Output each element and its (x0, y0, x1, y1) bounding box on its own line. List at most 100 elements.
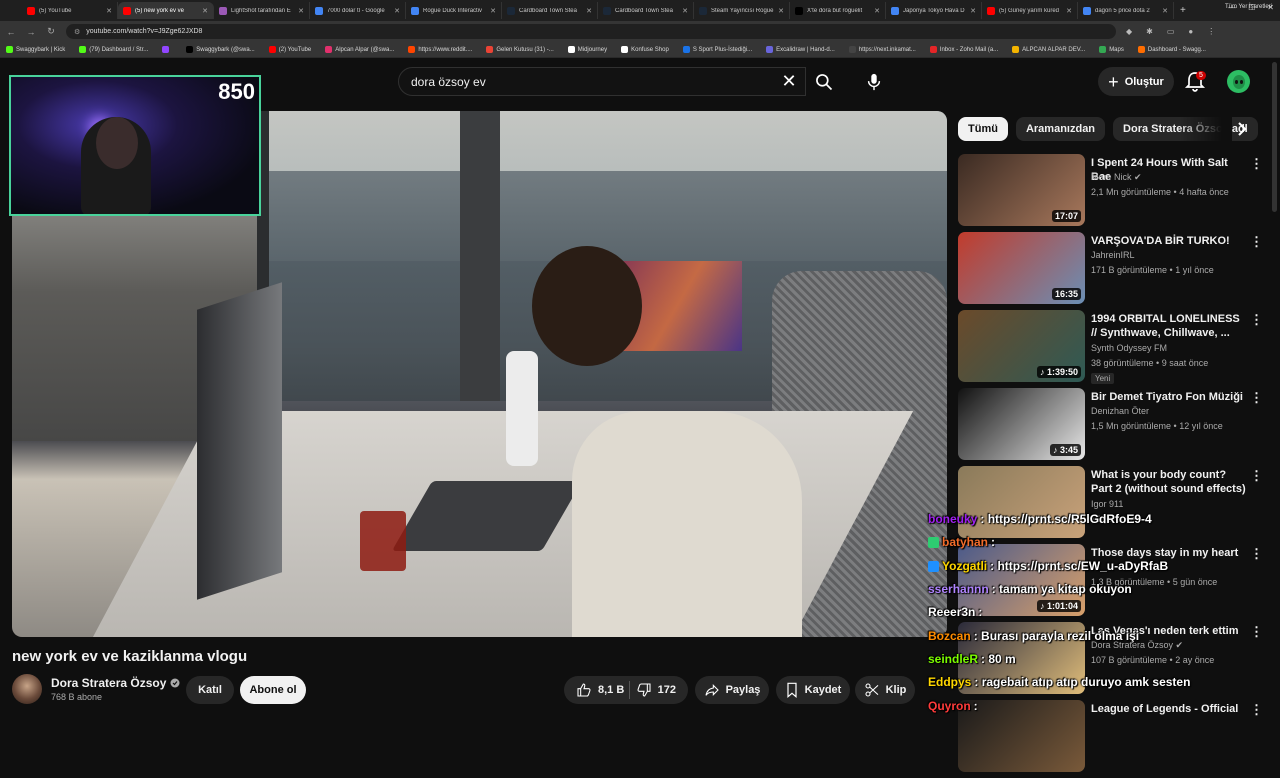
channel-name[interactable]: Dora Stratera Özsoy (51, 676, 180, 690)
voice-search-button[interactable] (858, 66, 890, 98)
filter-chip[interactable]: Aramanızdan (1015, 117, 1106, 141)
menu-dots-icon[interactable]: ⋮ (1207, 27, 1215, 36)
video-thumbnail[interactable]: 17:07 (958, 154, 1085, 226)
create-button[interactable]: + Oluştur (1098, 67, 1174, 96)
recommended-video[interactable]: 16:35 VARŞOVA'DA BİR TURKO! JahreinIRL 171 … (958, 232, 1268, 310)
browser-tab[interactable]: Cardboard Town Stea ✕ (598, 2, 694, 19)
clear-search-icon[interactable]: ✕ (773, 71, 805, 92)
browser-tab[interactable]: (5) Güney yarım küred ✕ (982, 2, 1078, 19)
recommended-channel[interactable]: Denizhan Öter (1091, 406, 1149, 416)
recommended-video-title[interactable]: Those days stay in my heart (1091, 546, 1246, 560)
new-tab-icon[interactable]: + (1180, 5, 1186, 16)
more-options-icon[interactable]: ⋮ (1250, 312, 1263, 328)
bookmark-item[interactable]: Swaggybark | Kick (6, 46, 65, 53)
back-icon[interactable]: ← (6, 27, 16, 37)
bookmark-item[interactable]: Konfuse Shop (621, 46, 669, 53)
search-button[interactable] (806, 67, 842, 96)
bookmark-item[interactable]: https://next.inkamat... (848, 46, 916, 53)
bookmark-item[interactable] (162, 46, 172, 53)
browser-tab[interactable]: X'te dora but roguelit ✕ (790, 2, 886, 19)
browser-tab[interactable]: dagon 5 price dota 2 ✕ (1078, 2, 1174, 19)
site-info-icon[interactable]: ⚙ (74, 28, 80, 36)
reload-icon[interactable]: ↻ (46, 26, 56, 37)
video-thumbnail[interactable]: ♪ 1:39:50 (958, 310, 1085, 382)
filter-chip[interactable]: Tümü (958, 117, 1008, 141)
more-options-icon[interactable]: ⋮ (1250, 624, 1263, 640)
recommended-video[interactable]: 17:07 I Spent 24 Hours With Salt Bae More … (958, 154, 1268, 232)
tab-close-icon[interactable]: ✕ (970, 7, 976, 15)
more-options-icon[interactable]: ⋮ (1250, 702, 1263, 718)
browser-tab[interactable]: Steam Yayıncısı Rogue ✕ (694, 2, 790, 19)
recommended-video-title[interactable]: 1994 ORBITAL LONELINESS // Synthwave, Ch… (1091, 312, 1246, 340)
bookmark-item[interactable]: Maps (1099, 46, 1124, 53)
save-button[interactable]: Kaydet (776, 676, 850, 704)
account-avatar[interactable] (1227, 70, 1250, 93)
tab-close-icon[interactable]: ✕ (874, 7, 880, 15)
recommended-channel[interactable]: Igor 911 (1091, 499, 1123, 509)
browser-tab[interactable]: 7000 dolar tl - Google ✕ (310, 2, 406, 19)
video-thumbnail[interactable] (958, 466, 1085, 538)
bookmark-item[interactable]: ALPCAN ALPAR DEV... (1012, 46, 1085, 53)
browser-tab[interactable]: Cardboard Town Stea ✕ (502, 2, 598, 19)
recommended-video[interactable]: League of Legends - Official ⋮ (958, 700, 1268, 778)
clip-button[interactable]: Klip (855, 676, 915, 704)
forward-icon[interactable]: → (26, 27, 36, 37)
tab-close-icon[interactable]: ✕ (682, 7, 688, 15)
bookmark-item[interactable]: Alpcan Alpar (@swa... (325, 46, 394, 53)
sidebar-icon[interactable]: ▭ (1167, 27, 1175, 36)
video-thumbnail[interactable]: 16:35 (958, 232, 1085, 304)
bookmark-item[interactable]: Excalidraw | Hand-d... (766, 46, 835, 53)
tab-close-icon[interactable]: ✕ (106, 7, 112, 15)
bookmark-item[interactable]: Dashboard - Swagg... (1137, 46, 1206, 53)
tab-close-icon[interactable]: ✕ (202, 7, 208, 15)
recommended-video[interactable]: ♪ 1:39:50 1994 ORBITAL LONELINESS // Synt… (958, 310, 1268, 388)
bookmark-item[interactable]: https://www.reddit.... (408, 46, 472, 53)
recommended-video-title[interactable]: VARŞOVA'DA BİR TURKO! (1091, 234, 1246, 248)
search-input[interactable]: dora özsoy ev ✕ (398, 67, 806, 96)
more-options-icon[interactable]: ⋮ (1250, 234, 1263, 250)
more-options-icon[interactable]: ⋮ (1250, 546, 1263, 562)
tab-close-icon[interactable]: ✕ (586, 7, 592, 15)
profile-icon[interactable]: ● (1188, 27, 1193, 36)
extension-icon[interactable]: ◆ (1126, 27, 1132, 36)
recommended-video[interactable]: What is your body count? Part 2 (without… (958, 466, 1268, 544)
tab-close-icon[interactable]: ✕ (298, 7, 304, 15)
bookmark-item[interactable]: Gelen Kutusu (31) -... (486, 46, 554, 53)
recommended-video-title[interactable]: Bir Demet Tiyatro Fon Müziği (1091, 390, 1246, 404)
recommended-channel[interactable]: More Nick ✔ (1091, 172, 1142, 183)
tab-close-icon[interactable]: ✕ (394, 7, 400, 15)
browser-tab[interactable]: (5) new york ev ve ✕ (118, 2, 214, 19)
browser-tab[interactable]: Rogue Duck Interactiv ✕ (406, 2, 502, 19)
browser-tab[interactable]: (5) YouTube ✕ (22, 2, 118, 19)
chevron-right-icon[interactable] (1232, 119, 1252, 139)
more-options-icon[interactable]: ⋮ (1250, 468, 1263, 484)
like-button[interactable]: 8,1 B (576, 682, 624, 698)
more-options-icon[interactable]: ⋮ (1250, 390, 1263, 406)
bookmark-item[interactable]: Inbox - Zoho Mail (a... (929, 46, 998, 53)
bookmark-item[interactable]: Midjourney (567, 46, 607, 53)
more-options-icon[interactable]: ⋮ (1250, 156, 1263, 172)
bookmark-item[interactable]: (79) Dashboard / Str... (79, 46, 148, 53)
share-button[interactable]: Paylaş (695, 676, 769, 704)
tab-close-icon[interactable]: ✕ (1162, 7, 1168, 15)
tab-close-icon[interactable]: ✕ (1066, 7, 1072, 15)
page-scrollbar[interactable] (1272, 62, 1277, 212)
recommended-channel[interactable]: JahreinIRL (1091, 250, 1135, 260)
tab-close-icon[interactable]: ✕ (778, 7, 784, 15)
browser-tab[interactable]: Japonya Tokyo Hava D ✕ (886, 2, 982, 19)
recommended-video-title[interactable]: What is your body count? Part 2 (without… (1091, 468, 1246, 496)
recommended-video-title[interactable]: League of Legends - Official (1091, 702, 1246, 716)
extensions-puzzle-icon[interactable]: ✱ (1146, 27, 1153, 36)
bookmark-item[interactable]: S Sport Plus-İstediği... (682, 46, 752, 53)
browser-tab[interactable]: LightShot tarafından E ✕ (214, 2, 310, 19)
subscribe-button[interactable]: Abone ol (240, 676, 306, 704)
bookmark-item[interactable]: (2) YouTube (268, 46, 311, 53)
channel-avatar[interactable] (12, 674, 42, 704)
join-button[interactable]: Katıl (186, 676, 234, 704)
dislike-button[interactable]: 172 (636, 682, 676, 698)
video-thumbnail[interactable]: ♪ 3:45 (958, 388, 1085, 460)
recommended-channel[interactable]: Synth Odyssey FM (1091, 343, 1167, 353)
url-input[interactable]: ⚙ youtube.com/watch?v=J9Zge62JXD8 (66, 24, 1116, 39)
recommended-video[interactable]: ♪ 3:45 Bir Demet Tiyatro Fon Müziği Denizh… (958, 388, 1268, 466)
all-bookmarks[interactable]: Tüm Yer İşaretleri (1225, 4, 1272, 10)
